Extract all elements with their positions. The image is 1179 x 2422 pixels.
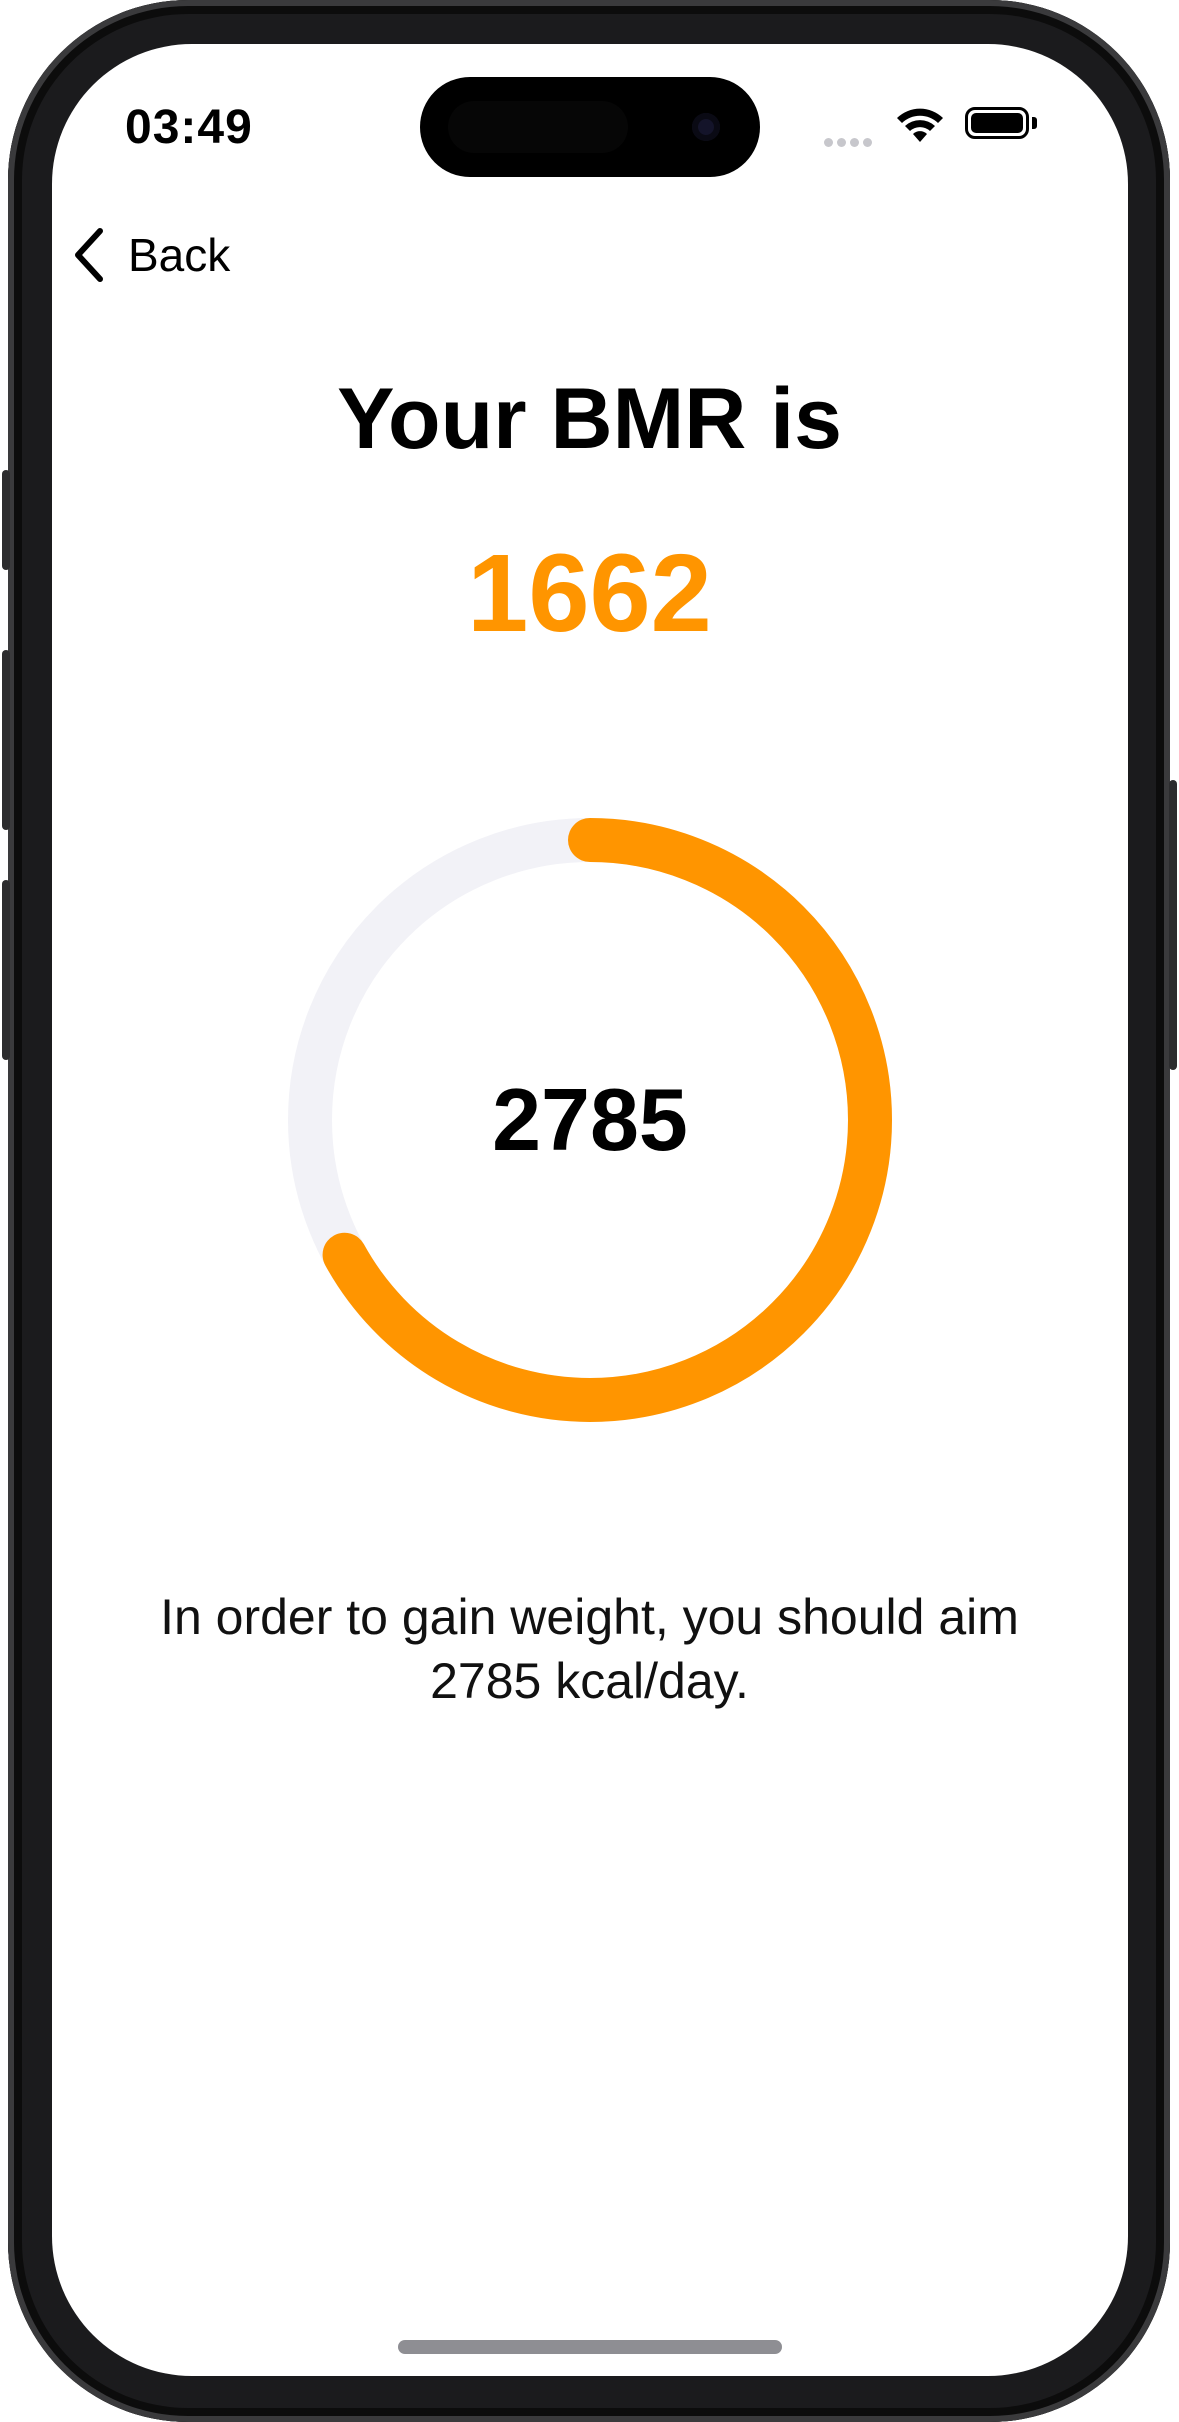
battery-cap bbox=[1032, 117, 1037, 129]
home-indicator[interactable] bbox=[398, 2340, 782, 2354]
wifi-icon bbox=[897, 108, 943, 142]
back-label: Back bbox=[128, 229, 231, 281]
status-time: 03:49 bbox=[125, 101, 253, 154]
calorie-progress-ring: 2785 bbox=[285, 815, 895, 1425]
front-camera-icon bbox=[692, 113, 720, 141]
recommendation-message: In order to gain weight, you should aim … bbox=[100, 1585, 1079, 1713]
power-button bbox=[1169, 780, 1177, 1070]
target-calories-value: 2785 bbox=[492, 1070, 688, 1169]
battery-icon bbox=[965, 107, 1029, 139]
island-sensor bbox=[448, 101, 628, 153]
volume-up-button bbox=[2, 650, 10, 830]
message-line-1: In order to gain weight, you should aim bbox=[160, 1589, 1019, 1645]
page-title: Your BMR is bbox=[337, 371, 842, 467]
message-line-2: 2785 kcal/day. bbox=[430, 1653, 749, 1709]
bmr-value: 1662 bbox=[467, 532, 712, 655]
battery-level bbox=[971, 113, 1023, 133]
cellular-signal-icon bbox=[824, 134, 880, 147]
back-button[interactable]: Back bbox=[70, 220, 230, 290]
dynamic-island bbox=[420, 77, 760, 177]
volume-down-button bbox=[2, 880, 10, 1060]
chevron-left-icon bbox=[75, 228, 103, 282]
